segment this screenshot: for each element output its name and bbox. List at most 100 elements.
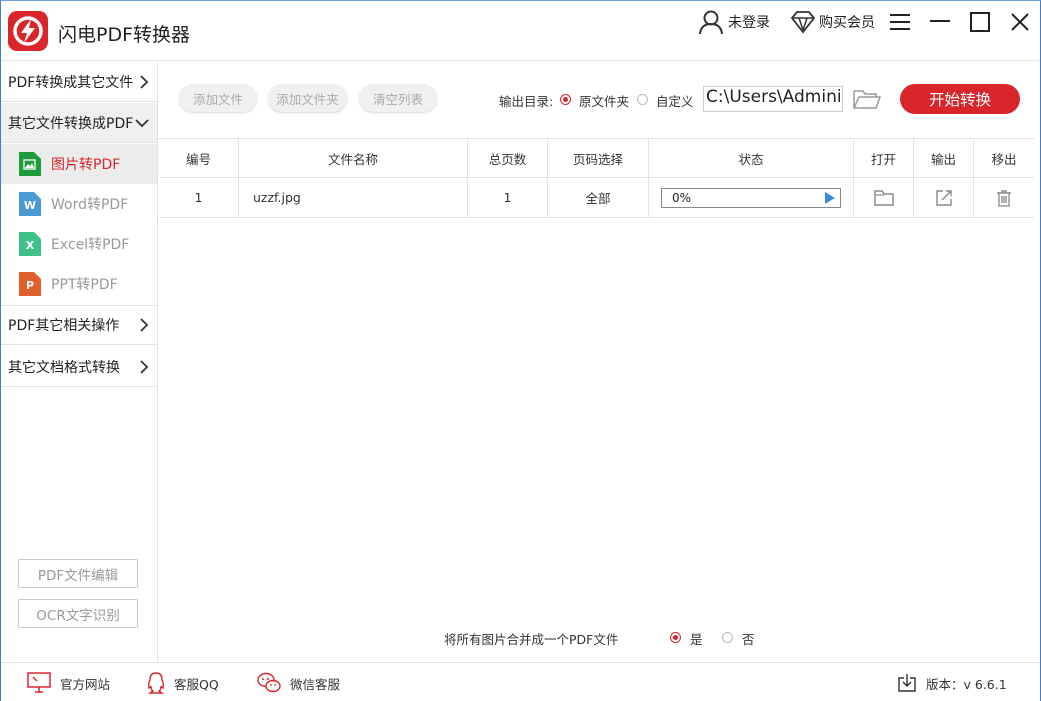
version-info[interactable]: 版本：v 6.6.1 — [897, 672, 1007, 694]
merge-yes-label: 是 — [690, 632, 703, 647]
sidebar-category-other-formats[interactable]: 其它文档格式转换 — [1, 347, 157, 387]
wechat-support-link[interactable]: 微信客服 — [257, 672, 340, 694]
header-open: 打开 — [854, 139, 914, 178]
wechat-label: 微信客服 — [290, 676, 341, 692]
row-status: 0% — [649, 178, 854, 217]
header-output: 输出 — [914, 139, 974, 178]
sidebar: PDF转换成其它文件 其它文件转换成PDF 图片转PDF W Word转PDF … — [1, 62, 158, 662]
remove-file-button[interactable] — [974, 178, 1034, 217]
monitor-icon — [27, 672, 51, 693]
original-folder-label: 原文件夹 — [579, 94, 630, 109]
header-pages: 总页数 — [468, 139, 548, 178]
wechat-icon — [257, 672, 281, 693]
app-title: 闪电PDF转换器 — [58, 24, 191, 46]
output-path-input[interactable]: C:\Users\Administ — [703, 86, 843, 112]
header-status: 状态 — [649, 139, 854, 178]
close-button[interactable] — [1007, 9, 1033, 35]
qq-label: 客服QQ — [174, 676, 219, 692]
output-file-button[interactable] — [914, 178, 974, 217]
app-logo-icon — [8, 11, 48, 51]
ocr-button[interactable]: OCR文字识别 — [18, 599, 138, 628]
footer: 官方网站 客服QQ 微信客服 版本：v 6.6.1 — [1, 662, 1040, 701]
menu-button[interactable] — [887, 9, 913, 35]
header-num: 编号 — [159, 139, 239, 178]
sidebar-item-ppt-to-pdf[interactable]: P PPT转PDF — [1, 264, 157, 304]
svg-text:W: W — [24, 199, 36, 212]
buy-vip-button[interactable]: 购买会员 — [790, 9, 875, 35]
row-filename: uzzf.jpg — [239, 178, 468, 217]
category-label: 其它文件转换成PDF — [8, 115, 134, 132]
close-icon — [1011, 13, 1029, 31]
sidebar-category-pdf-to-other[interactable]: PDF转换成其它文件 — [1, 62, 157, 102]
header-remove: 移出 — [991, 152, 1017, 167]
header-filename: 文件名称 — [239, 139, 468, 178]
ppt-file-icon: P — [19, 272, 41, 296]
minimize-icon — [930, 20, 950, 22]
maximize-button[interactable] — [967, 9, 993, 35]
chevron-right-icon — [140, 318, 149, 332]
category-label: 其它文档格式转换 — [8, 359, 120, 376]
excel-file-icon: X — [19, 232, 41, 256]
website-link[interactable]: 官方网站 — [27, 672, 110, 694]
radio-original-folder[interactable] — [560, 94, 571, 105]
login-button[interactable]: 未登录 — [697, 9, 770, 35]
website-label: 官方网站 — [60, 676, 111, 692]
image-file-icon — [19, 152, 41, 176]
version-label: 版本：v 6.6.1 — [926, 676, 1007, 692]
clear-list-button[interactable]: 清空列表 — [359, 84, 437, 112]
menu-icon — [890, 14, 910, 30]
export-icon — [935, 189, 952, 206]
sidebar-item-image-to-pdf[interactable]: 图片转PDF — [1, 144, 157, 184]
chevron-right-icon — [140, 359, 149, 374]
table-row[interactable]: 1 uzzf.jpg 1 全部 0% — [159, 178, 1034, 218]
open-file-button[interactable] — [854, 178, 914, 217]
sidebar-item-label: 图片转PDF — [51, 157, 121, 173]
vip-label: 购买会员 — [819, 15, 875, 31]
sidebar-item-label: Excel转PDF — [51, 237, 130, 253]
trash-icon — [997, 189, 1011, 207]
merge-no-label: 否 — [742, 632, 755, 647]
merge-option-label: 将所有图片合并成一个PDF文件 — [444, 632, 619, 647]
category-label: PDF转换成其它文件 — [8, 74, 134, 91]
row-num: 1 — [159, 178, 239, 217]
sidebar-item-label: Word转PDF — [51, 197, 129, 213]
radio-merge-no[interactable] — [722, 632, 733, 643]
login-label: 未登录 — [728, 15, 770, 31]
svg-text:P: P — [26, 279, 34, 292]
row-page-range[interactable]: 全部 — [548, 178, 649, 217]
browse-folder-button[interactable] — [852, 87, 882, 111]
progress-text: 0% — [672, 190, 692, 205]
sidebar-item-label: PPT转PDF — [51, 277, 118, 293]
qq-penguin-icon — [147, 672, 165, 694]
app-window: 闪电PDF转换器 未登录 购买会员 PDF转换成其它文件 其它文件转换成PDF … — [0, 0, 1041, 701]
maximize-icon — [970, 12, 990, 32]
header-page-range: 页码选择 — [548, 139, 649, 178]
sidebar-item-word-to-pdf[interactable]: W Word转PDF — [1, 184, 157, 224]
play-icon[interactable] — [824, 191, 836, 205]
progress-bar: 0% — [661, 187, 841, 208]
folder-open-icon — [853, 90, 882, 109]
custom-folder-label: 自定义 — [656, 94, 694, 109]
pdf-edit-button[interactable]: PDF文件编辑 — [18, 559, 138, 588]
qq-support-link[interactable]: 客服QQ — [147, 672, 219, 694]
sidebar-item-excel-to-pdf[interactable]: X Excel转PDF — [1, 224, 157, 264]
category-label: PDF其它相关操作 — [8, 318, 120, 334]
add-file-button[interactable]: 添加文件 — [179, 84, 257, 112]
minimize-button[interactable] — [927, 9, 953, 35]
table-header-row: 编号 文件名称 总页数 页码选择 状态 打开 输出 移出 — [159, 138, 1034, 178]
title-bar: 闪电PDF转换器 未登录 购买会员 — [1, 1, 1040, 61]
row-pages: 1 — [468, 178, 548, 217]
chevron-right-icon — [140, 74, 149, 89]
word-file-icon: W — [19, 192, 41, 216]
sidebar-category-other-to-pdf[interactable]: 其它文件转换成PDF — [1, 103, 157, 143]
add-folder-button[interactable]: 添加文件夹 — [268, 84, 347, 112]
sidebar-category-pdf-other-ops[interactable]: PDF其它相关操作 — [1, 305, 157, 345]
radio-merge-yes[interactable] — [670, 632, 681, 643]
output-dir-label: 输出目录: — [499, 94, 554, 109]
start-convert-button[interactable]: 开始转换 — [900, 84, 1020, 114]
folder-icon — [873, 189, 894, 206]
chevron-down-icon — [135, 118, 149, 127]
diamond-icon — [790, 11, 816, 34]
user-icon — [699, 10, 723, 35]
radio-custom-folder[interactable] — [637, 94, 648, 105]
